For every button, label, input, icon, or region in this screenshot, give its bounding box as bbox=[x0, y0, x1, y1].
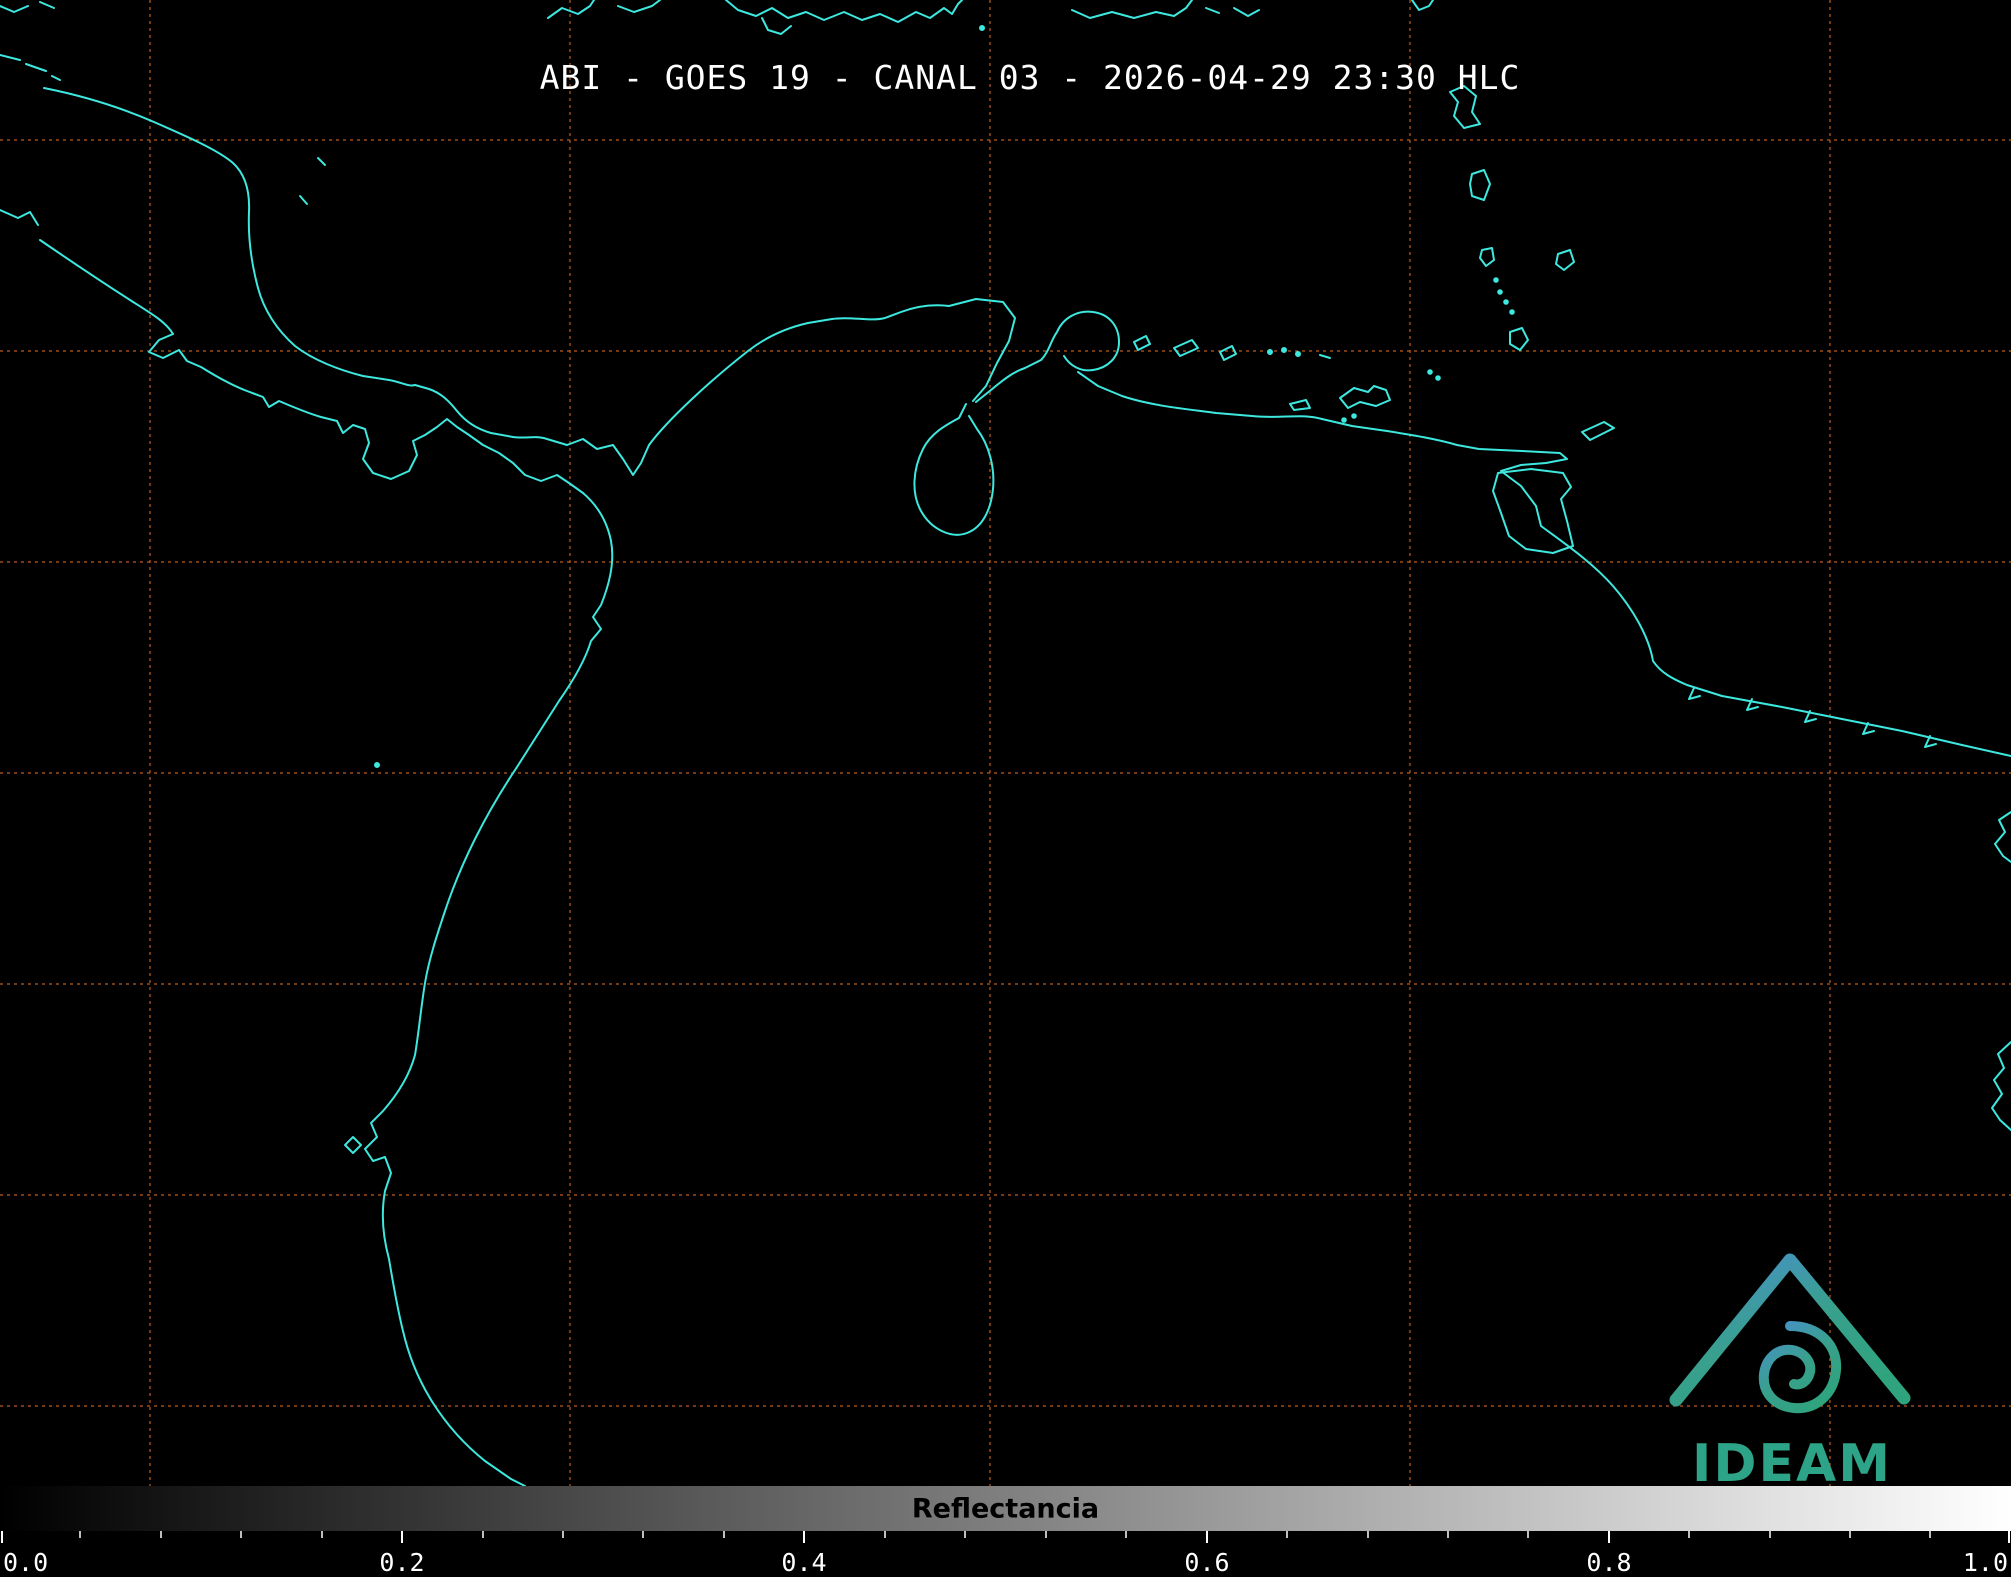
colorbar-axis: 0.0 0.2 0.4 0.6 0.8 1.0 bbox=[0, 1531, 2011, 1577]
colorbar-tick-label: 0.6 bbox=[1184, 1548, 1229, 1577]
ideam-logo-mark bbox=[1660, 1248, 1924, 1433]
coastline-pacific-south-america bbox=[345, 493, 612, 1486]
coastline-trinidad-tobago bbox=[1493, 422, 1614, 553]
map-area: ABI - GOES 19 - CANAL 03 - 2026-04-29 23… bbox=[0, 0, 2011, 1486]
coastline-caribbean-colombia-venezuela bbox=[649, 299, 2011, 756]
colorbar-tick-label: 0.0 bbox=[3, 1548, 48, 1577]
coastline-lesser-antilles bbox=[1450, 86, 1574, 350]
colorbar-label: Reflectancia bbox=[912, 1493, 1099, 1524]
image-title: ABI - GOES 19 - CANAL 03 - 2026-04-29 23… bbox=[540, 58, 1521, 97]
coastline-central-america bbox=[0, 88, 649, 493]
satellite-image-viewport: ABI - GOES 19 - CANAL 03 - 2026-04-29 23… bbox=[0, 0, 2011, 1577]
colorbar-tick-label: 0.2 bbox=[379, 1548, 424, 1577]
colorbar-tick-label: 1.0 bbox=[1963, 1548, 2008, 1577]
ideam-logo-text: IDEAM bbox=[1660, 1434, 1924, 1494]
colorbar-tick-label: 0.4 bbox=[781, 1548, 826, 1577]
spiral-eye-icon bbox=[1764, 1326, 1836, 1408]
colorbar-tick-marks bbox=[0, 1531, 2011, 1547]
coastline-right-edge-rivers bbox=[1992, 812, 2011, 1130]
colorbar: Reflectancia bbox=[0, 1486, 2011, 1531]
colorbar-tick-label: 0.8 bbox=[1586, 1548, 1631, 1577]
ideam-logo: IDEAM bbox=[1660, 1248, 1924, 1496]
